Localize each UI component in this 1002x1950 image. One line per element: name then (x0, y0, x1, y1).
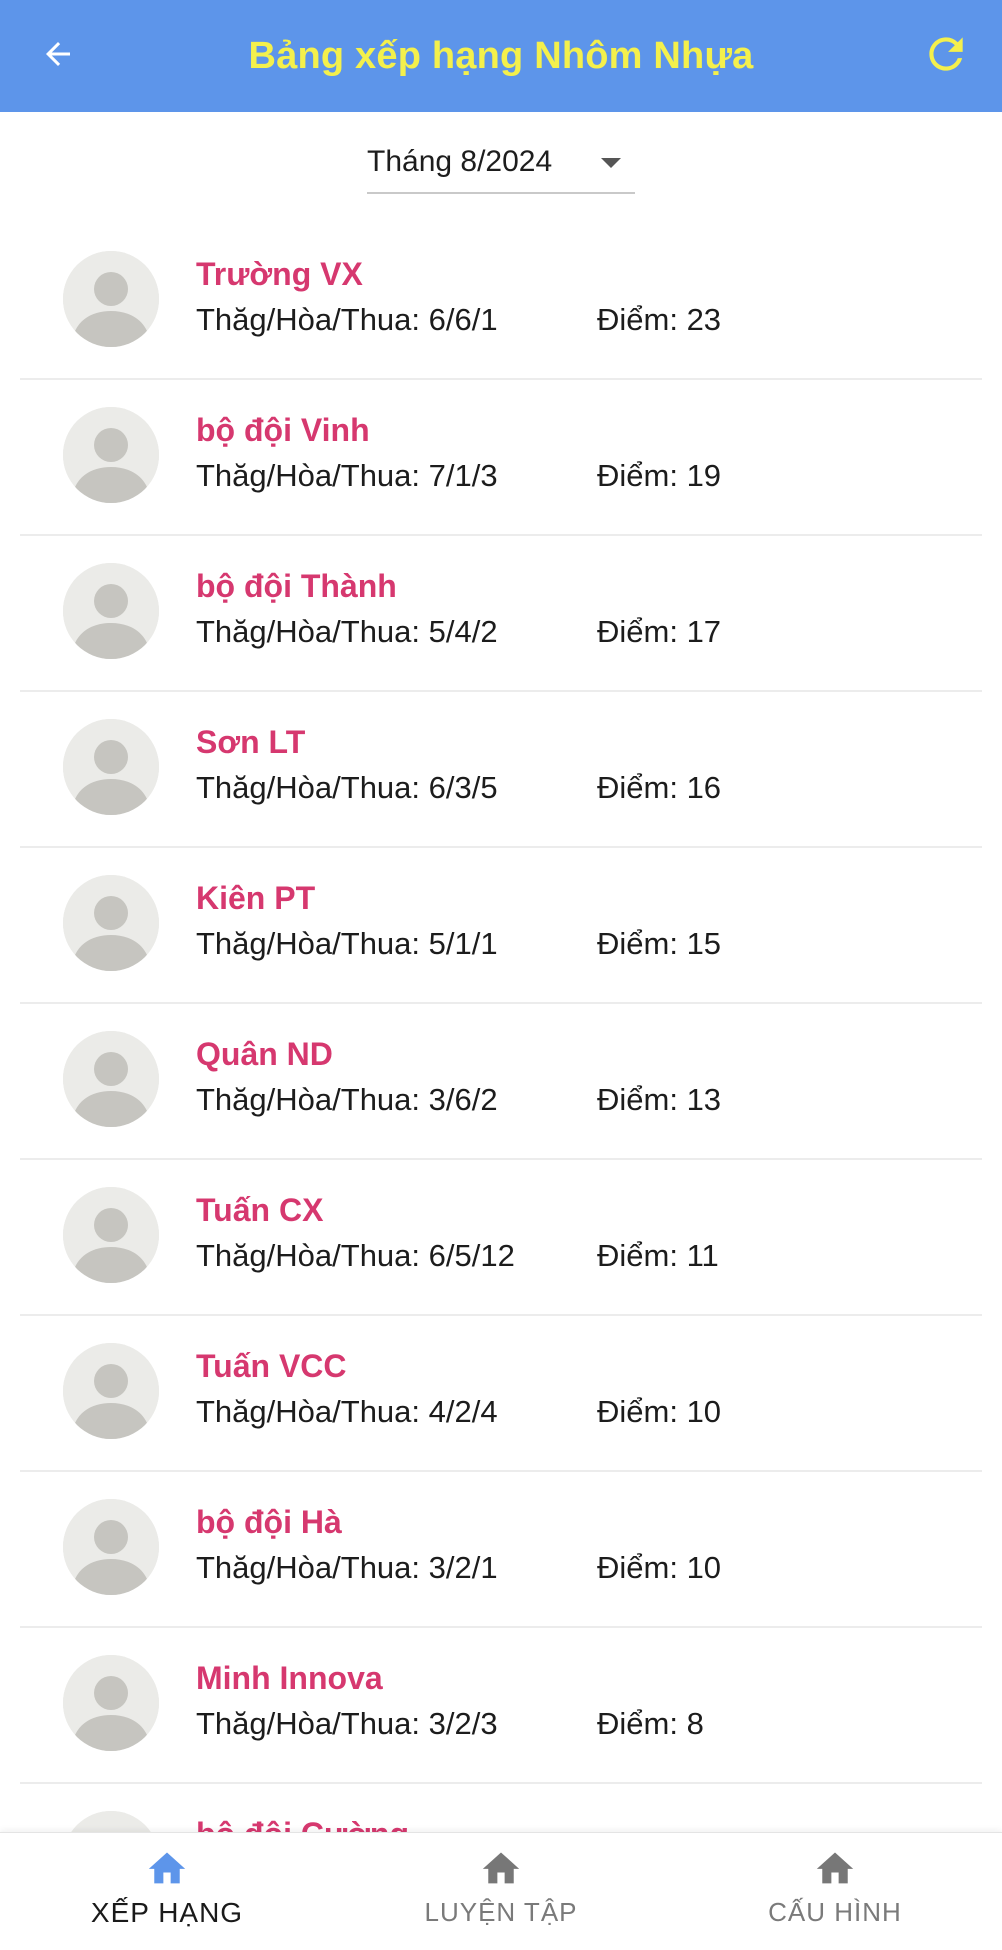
ranking-row[interactable]: bộ đội Thành Thăg/Hòa/Thua: 5/4/2 Điểm: … (20, 536, 982, 692)
player-name: Tuấn CX (196, 1192, 324, 1228)
avatar (63, 251, 159, 347)
player-points: Điểm: 8 (597, 1706, 704, 1741)
home-icon (479, 1847, 523, 1887)
refresh-button[interactable] (914, 24, 978, 88)
avatar (63, 1811, 159, 1832)
avatar (63, 563, 159, 659)
player-record: Thăg/Hòa/Thua: 6/6/1 (196, 302, 498, 337)
player-record: Thăg/Hòa/Thua: 5/1/1 (196, 926, 498, 961)
nav-item-luyen-tap[interactable]: LUYỆN TẬP (334, 1833, 668, 1950)
avatar (63, 1343, 159, 1439)
nav-label: XẾP HẠNG (90, 1897, 244, 1928)
player-record: Thăg/Hòa/Thua: 4/2/4 (196, 1394, 498, 1429)
person-icon (63, 719, 159, 815)
player-points: Điểm: 13 (597, 1082, 722, 1117)
avatar (63, 1655, 159, 1751)
player-points: Điểm: 11 (597, 1238, 719, 1273)
person-icon (63, 1655, 159, 1751)
player-points: Điểm: 23 (597, 302, 722, 337)
page-title: Bảng xếp hạng Nhôm Nhựa (248, 34, 754, 77)
ranking-row[interactable]: Kiên PT Thăg/Hòa/Thua: 5/1/1 Điểm: 15 (20, 848, 982, 1004)
home-icon (813, 1847, 857, 1887)
player-name: Quân ND (196, 1036, 333, 1072)
person-icon (63, 1031, 159, 1127)
person-icon (63, 1187, 159, 1283)
player-name: Tuấn VCC (196, 1348, 347, 1384)
person-icon (63, 1811, 159, 1832)
avatar (63, 875, 159, 971)
player-name: Minh Innova (196, 1660, 383, 1696)
player-name: Sơn LT (196, 724, 306, 760)
refresh-icon (921, 29, 971, 84)
month-value: Tháng 8/2024 (367, 145, 553, 178)
ranking-row[interactable]: Quân ND Thăg/Hòa/Thua: 3/6/2 Điểm: 13 (20, 1004, 982, 1160)
player-name: bộ đội Cường (196, 1816, 409, 1832)
player-points: Điểm: 10 (597, 1394, 722, 1429)
ranking-screen: Bảng xếp hạng Nhôm Nhựa Tháng 8/2024 Trư… (0, 0, 1002, 1950)
back-button[interactable] (28, 26, 88, 86)
person-icon (63, 251, 159, 347)
person-icon (63, 563, 159, 659)
month-dropdown[interactable]: Tháng 8/2024 (367, 132, 635, 194)
player-points: Điểm: 15 (597, 926, 722, 961)
nav-label: CẤU HÌNH (768, 1897, 902, 1927)
player-name: bộ đội Vinh (196, 412, 370, 448)
person-icon (63, 1499, 159, 1595)
ranking-row[interactable]: bộ đội Hà Thăg/Hòa/Thua: 3/2/1 Điểm: 10 (20, 1472, 982, 1628)
player-points: Điểm: 10 (597, 1550, 722, 1585)
avatar (63, 1499, 159, 1595)
person-icon (63, 1343, 159, 1439)
ranking-row[interactable]: bộ đội Vinh Thăg/Hòa/Thua: 7/1/3 Điểm: 1… (20, 380, 982, 536)
avatar (63, 1031, 159, 1127)
nav-item-cau-hinh[interactable]: CẤU HÌNH (668, 1833, 1002, 1950)
player-name: Trường VX (196, 256, 363, 292)
player-points: Điểm: 19 (597, 458, 722, 493)
nav-label: LUYỆN TẬP (424, 1897, 578, 1927)
ranking-row[interactable]: Trường VX Thăg/Hòa/Thua: 6/6/1 Điểm: 23 (20, 224, 982, 380)
player-points: Điểm: 17 (597, 614, 722, 649)
ranking-row[interactable]: Tuấn CX Thăg/Hòa/Thua: 6/5/12 Điểm: 11 (20, 1160, 982, 1316)
ranking-list[interactable]: Trường VX Thăg/Hòa/Thua: 6/6/1 Điểm: 23 … (20, 224, 982, 1832)
ranking-row[interactable]: Tuấn VCC Thăg/Hòa/Thua: 4/2/4 Điểm: 10 (20, 1316, 982, 1472)
player-record: Thăg/Hòa/Thua: 6/5/12 (196, 1238, 515, 1273)
player-name: bộ đội Hà (196, 1504, 342, 1540)
player-record: Thăg/Hòa/Thua: 3/2/1 (196, 1550, 498, 1585)
avatar (63, 407, 159, 503)
caret-down-icon (599, 156, 623, 170)
player-record: Thăg/Hòa/Thua: 7/1/3 (196, 458, 498, 493)
app-bar: Bảng xếp hạng Nhôm Nhựa (0, 0, 1002, 112)
player-points: Điểm: 16 (597, 770, 722, 805)
player-record: Thăg/Hòa/Thua: 3/2/3 (196, 1706, 498, 1741)
ranking-row[interactable]: bộ đội Cường (20, 1784, 982, 1832)
player-record: Thăg/Hòa/Thua: 3/6/2 (196, 1082, 498, 1117)
arrow-back-icon (40, 36, 76, 77)
person-icon (63, 407, 159, 503)
player-record: Thăg/Hòa/Thua: 5/4/2 (196, 614, 498, 649)
player-name: bộ đội Thành (196, 568, 397, 604)
ranking-row[interactable]: Sơn LT Thăg/Hòa/Thua: 6/3/5 Điểm: 16 (20, 692, 982, 848)
home-icon (145, 1847, 189, 1887)
player-record: Thăg/Hòa/Thua: 6/3/5 (196, 770, 498, 805)
avatar (63, 1187, 159, 1283)
player-name: Kiên PT (196, 880, 316, 916)
bottom-navigation: XẾP HẠNG LUYỆN TẬP CẤU HÌNH (0, 1832, 1002, 1950)
nav-item-xep-hang[interactable]: XẾP HẠNG (0, 1833, 334, 1950)
avatar (63, 719, 159, 815)
person-icon (63, 875, 159, 971)
ranking-row[interactable]: Minh Innova Thăg/Hòa/Thua: 3/2/3 Điểm: 8 (20, 1628, 982, 1784)
